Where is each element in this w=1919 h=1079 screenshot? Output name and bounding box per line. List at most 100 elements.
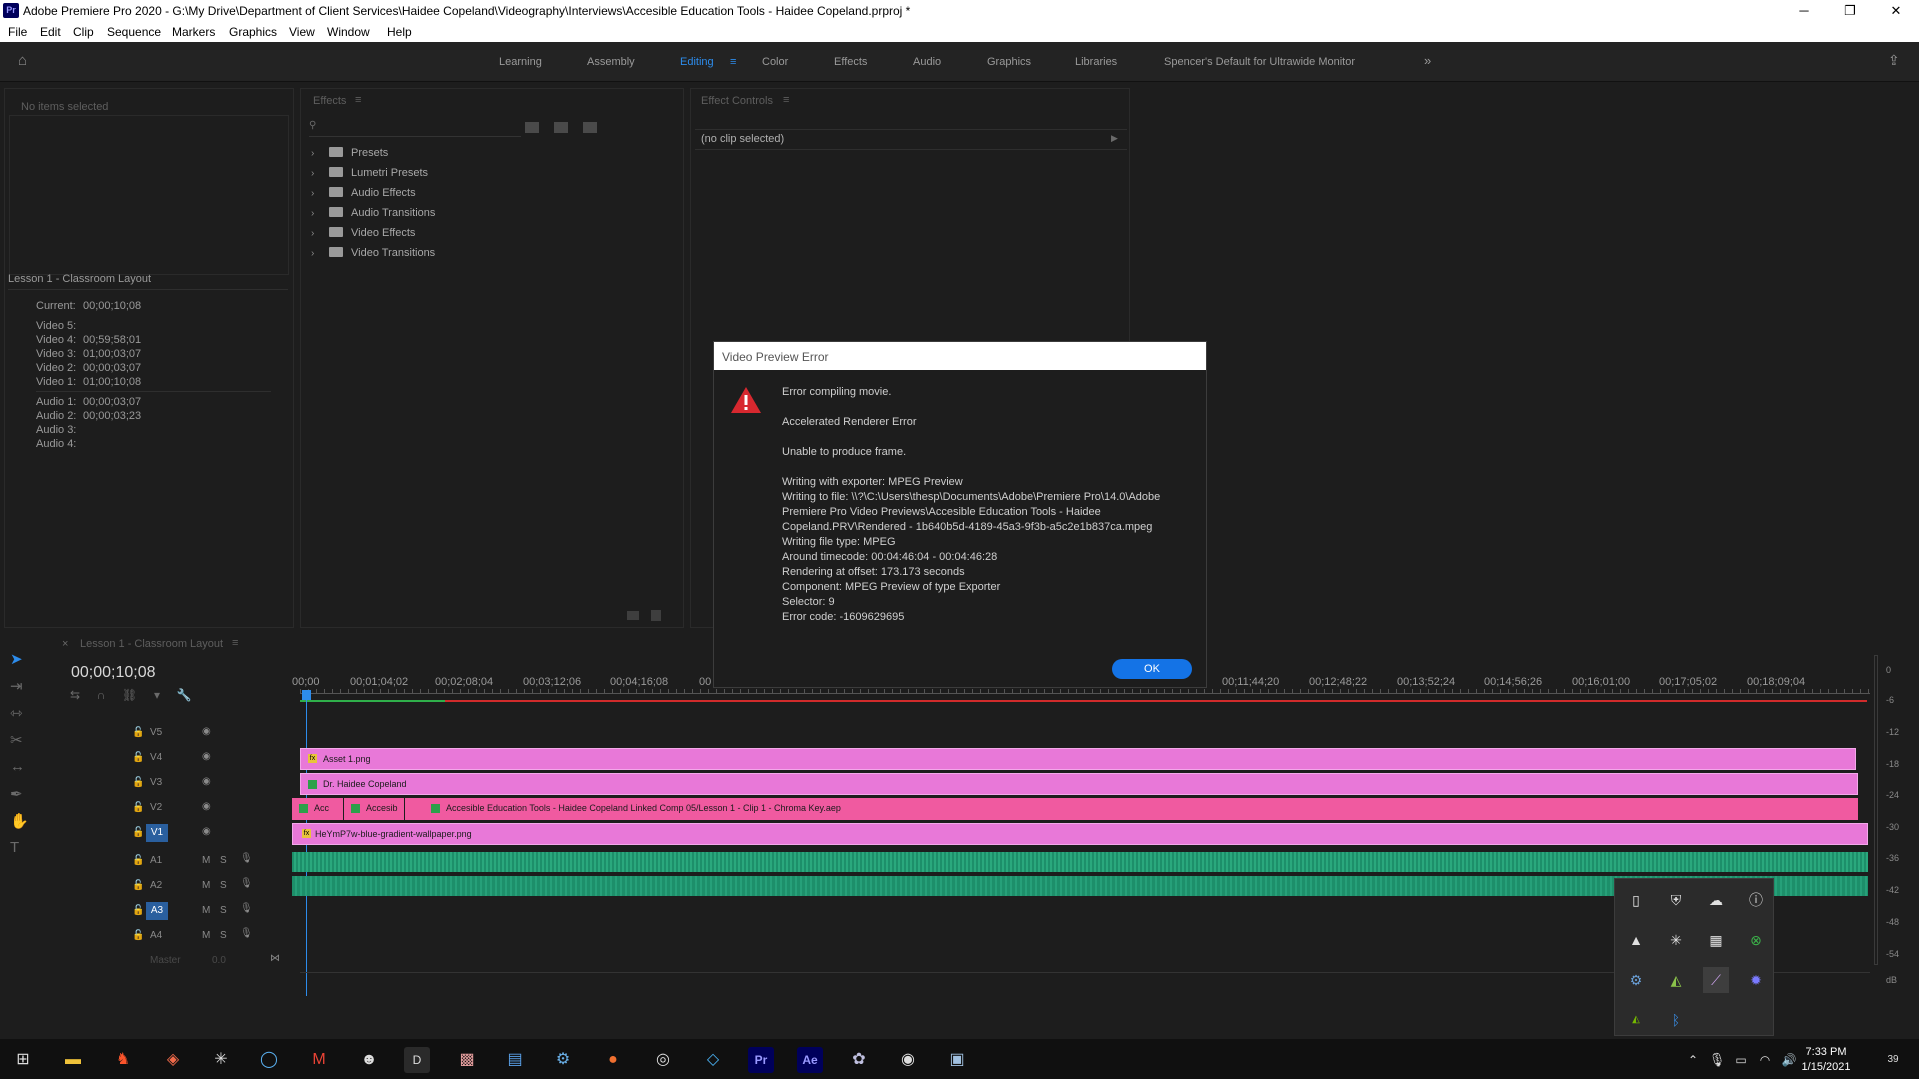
razor-tool-icon[interactable]: ✂ [10,731,38,758]
clip-v2b[interactable]: Accesib [344,798,404,820]
clip-a1[interactable] [292,852,1868,872]
gmail-icon[interactable]: M [306,1047,332,1073]
slack-icon[interactable]: ✳ [1663,927,1689,953]
battery-icon[interactable]: ▭ [1728,1047,1754,1073]
target-app-icon[interactable]: ◎ [650,1047,676,1073]
chat-icon[interactable]: ◯ [256,1047,282,1073]
lock-icon[interactable]: 🔓 [132,827,144,838]
menu-edit[interactable]: Edit [40,25,61,39]
track-header-v4[interactable]: V4 🔓 ◉ [102,749,242,769]
track-header-v3[interactable]: V3 🔓 ◉ [102,774,242,794]
nvidia-icon[interactable]: ◭ [1663,967,1689,993]
drive-icon[interactable]: ▲ [1623,927,1649,953]
play-icon[interactable]: ▶ [1111,133,1118,144]
slack-taskbar-icon[interactable]: ✳ [208,1047,234,1073]
steam-icon[interactable]: ⚙ [1623,967,1649,993]
mic-icon[interactable]: 🎙 [240,878,253,889]
32bit-effects-icon[interactable] [554,122,568,133]
track-header-a1[interactable]: A1 🔓 M S 🎙 [102,852,262,872]
clip-v3[interactable]: Dr. Haidee Copeland [300,773,1858,795]
share-icon[interactable]: ⇪ [1888,52,1900,69]
mute-icon[interactable]: M [202,930,210,941]
eye-icon[interactable]: ◉ [202,776,211,787]
lock-icon[interactable]: 🔓 [132,727,144,738]
mic-tray-icon[interactable]: 🎙 [1704,1047,1730,1073]
ripple-edit-tool-icon[interactable]: ⇿ [10,704,38,731]
grid-app-icon[interactable]: ▩ [454,1047,480,1073]
tree-item-video-transitions[interactable]: › Video Transitions [311,247,435,265]
workspace-custom[interactable]: Spencer's Default for Ultrawide Monitor [1164,56,1355,68]
news-icon[interactable]: ▤ [502,1047,528,1073]
app-icon[interactable]: ▦ [1703,927,1729,953]
lock-icon[interactable]: 🔓 [132,855,144,866]
workspace-libraries[interactable]: Libraries [1075,56,1117,68]
solo-icon[interactable]: S [220,880,227,891]
effect-controls-title[interactable]: Effect Controls [701,95,773,107]
selection-tool-icon[interactable]: ➤ [10,650,38,677]
menu-clip[interactable]: Clip [73,25,94,39]
workspace-color[interactable]: Color [762,56,788,68]
menu-view[interactable]: View [289,25,315,39]
track-header-v2[interactable]: V2 🔓 ◉ [102,799,242,819]
wrench-icon[interactable]: 🔧 [177,688,192,702]
obs-icon[interactable]: ◉ [895,1047,921,1073]
origin-icon[interactable]: ● [600,1047,626,1073]
xbox-icon[interactable]: ⊗ [1743,927,1769,953]
clip-v2c[interactable]: Accesible Education Tools - Haidee Copel… [424,798,1858,820]
effects-search-input[interactable]: ⚲ [309,119,521,137]
feather-icon[interactable]: ⟋ [1703,967,1729,993]
nvidia-small-icon[interactable]: ◭ [1623,1007,1649,1033]
yuv-effects-icon[interactable] [583,122,597,133]
effects-panel-title[interactable]: Effects [313,95,346,107]
go-to-end-icon[interactable]: ⋈ [270,953,280,964]
close-icon[interactable]: × [62,638,68,650]
new-bin-icon[interactable] [627,611,639,620]
workspace-menu-icon[interactable]: ≡ [730,56,736,68]
type-tool-icon[interactable]: T [10,839,38,866]
panel-menu-icon[interactable]: ≡ [355,94,361,106]
tray-chevron-icon[interactable]: ⌃ [1680,1047,1706,1073]
workspace-editing[interactable]: Editing [680,56,714,68]
workspace-audio[interactable]: Audio [913,56,941,68]
premiere-taskbar-icon[interactable]: Pr [748,1047,774,1073]
tree-item-lumetri-presets[interactable]: › Lumetri Presets [311,167,428,185]
snapchat-icon[interactable]: ☻ [356,1047,382,1073]
ps-app-icon[interactable]: ◇ [700,1047,726,1073]
workspace-effects[interactable]: Effects [834,56,867,68]
mute-icon[interactable]: M [202,880,210,891]
after-effects-icon[interactable]: Ae [797,1047,823,1073]
time-ruler[interactable] [300,689,1870,694]
track-header-master[interactable]: Master 0.0 ⋈ [102,952,292,972]
tree-item-audio-transitions[interactable]: › Audio Transitions [311,207,435,225]
panel-menu-icon[interactable]: ≡ [232,637,238,649]
wifi-icon[interactable]: ◠ [1752,1047,1778,1073]
panel-menu-icon[interactable]: ≡ [783,94,789,106]
lock-icon[interactable]: 🔓 [132,905,144,916]
workspace-assembly[interactable]: Assembly [587,56,635,68]
menu-help[interactable]: Help [387,25,412,39]
eye-icon[interactable]: ◉ [202,801,211,812]
track-header-a2[interactable]: A2 🔓 M S 🎙 [102,877,262,897]
mic-icon[interactable]: 🎙 [240,903,253,914]
clip-v2a[interactable]: Acc [292,798,343,820]
track-header-v1[interactable]: V1 🔓 ◉ [102,824,242,844]
workspace-graphics[interactable]: Graphics [987,56,1031,68]
menu-file[interactable]: File [8,25,27,39]
slip-tool-icon[interactable]: ↔ [10,758,38,785]
eye-icon[interactable]: ◉ [202,751,211,762]
hand-tool-icon[interactable]: ✋ [10,812,38,839]
eye-icon[interactable]: ◉ [202,726,211,737]
pen-tool-icon[interactable]: ✒ [10,785,38,812]
workspace-learning[interactable]: Learning [499,56,542,68]
solo-icon[interactable]: S [220,905,227,916]
track-select-tool-icon[interactable]: ⇥ [10,677,38,704]
accelerated-effects-icon[interactable] [525,122,539,133]
mic-icon[interactable]: 🎙 [240,853,253,864]
usb-icon[interactable]: ▯ [1623,887,1649,913]
davinci-icon[interactable]: ✿ [846,1047,872,1073]
eye-icon[interactable]: ◉ [202,826,211,837]
maximize-button[interactable]: ❐ [1827,0,1873,22]
shield-icon[interactable]: ⛨ [1663,887,1689,913]
brave-icon[interactable]: ♞ [110,1047,136,1073]
home-icon[interactable]: ⌂ [18,53,34,68]
